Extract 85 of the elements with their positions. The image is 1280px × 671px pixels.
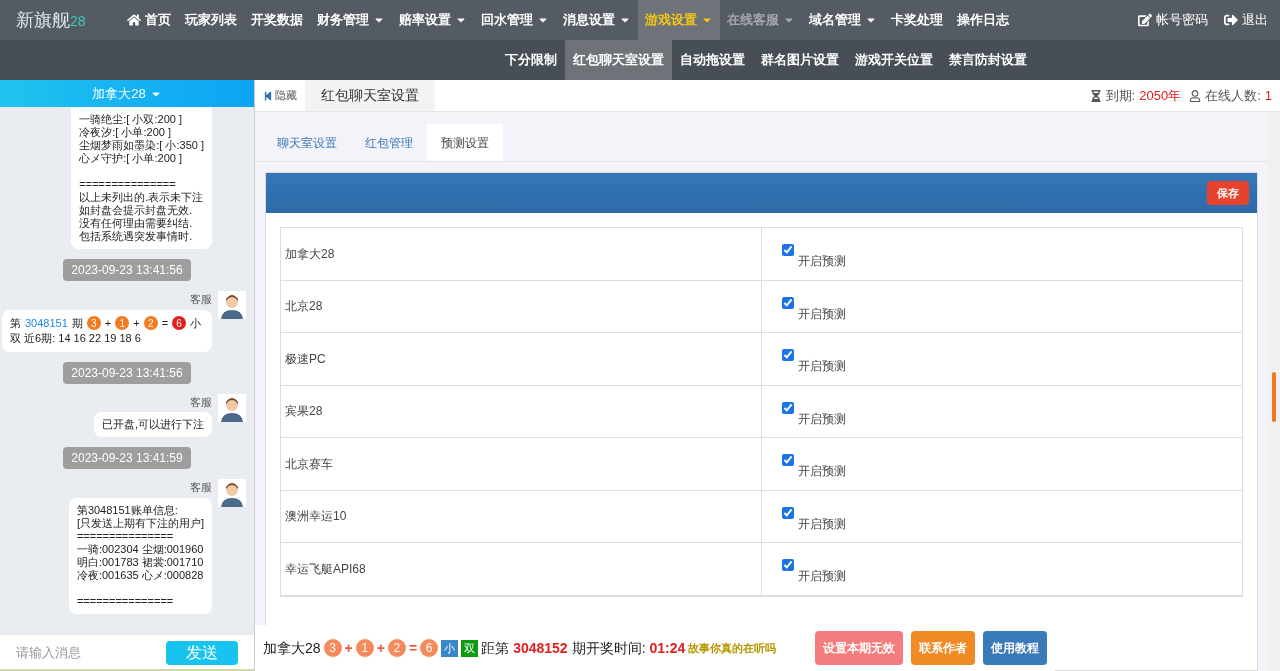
predict-checkbox[interactable] [781,559,794,571]
message-time: 2023-09-23 13:41:56 [63,361,191,384]
collapse-icon [263,90,273,101]
checkbox-label: 开启预测 [797,568,846,585]
message-text: + [104,315,112,331]
edit-icon [1138,13,1152,27]
message-text: 期 [71,315,83,331]
avatar-icon [218,393,246,422]
logout-icon [1224,13,1238,27]
subnav-item[interactable]: 下分限制 [497,40,565,80]
period-number: 3048151 [25,315,68,331]
nav-item[interactable]: 财务管理 [310,0,392,40]
predict-checkbox[interactable] [781,349,794,361]
message-bubble: 一骑绝尘:[ 小双:200 ] 冷夜汐:[ 小单:200 ] 尘烟梦雨如墨染:[ 小:350 ] 心メ守护:[ 小单:200 ] =============== 以上未列出的.表示未下注 如封盘会提示封盘无效. 没有任何理由需要纠结. 包括系统遇突发事情时. [71,107,212,249]
checkbox-label: 开启预测 [797,410,846,428]
avatar-icon [218,479,246,507]
subnav-item[interactable]: 自动拖设置 [672,40,753,80]
tab[interactable]: 红包管理 [351,124,427,161]
predict-checkbox[interactable] [781,506,794,519]
hourglass-icon [1089,89,1102,102]
sender-name: 客服 [190,292,212,307]
save-button[interactable]: 保存 [1207,181,1249,205]
user-icon [1189,89,1202,102]
action-button[interactable]: 使用教程 [983,631,1047,665]
subnav-item[interactable]: 红包聊天室设置 [565,40,672,80]
message-bubble: 第3048151账单信息: [只发送上期有下注的用户] =============== 一骑:002304 尘烟:001960 明白:001783 裙裳:001710 冷夜:001635 心メ:000828 =============== [68,497,212,614]
sender-name: 客服 [190,394,212,410]
nav-item[interactable]: 开奖数据 [244,0,310,40]
message-text: = [161,315,169,331]
countdown-text: 距第 3048152 期开奖时间: 01:24 [481,638,686,658]
checkbox-label: 开启预测 [797,253,846,270]
expire-value: 2050年 [1139,86,1182,105]
nav-item[interactable]: 赔率设置 [392,0,474,40]
game-name: 加拿大28 [263,638,321,658]
result-tag: 小 [441,639,459,657]
nav-item[interactable]: 操作日志 [950,0,1016,40]
nav-link[interactable]: 帐号密码 [1138,10,1208,30]
message-text: 小 [190,315,202,331]
online-label: 在线人数: [1205,86,1261,105]
sender-name: 客服 [190,480,212,495]
table-cell: 极速PC [281,333,762,385]
subnav-item[interactable]: 游戏开关位置 [847,40,941,80]
checkbox-label: 开启预测 [797,305,846,323]
hide-button[interactable]: 隐藏 [255,80,305,111]
message-text: 双 近6期: 14 16 22 19 18 6 [10,330,141,346]
page-tab[interactable]: 红包聊天室设置 [305,80,435,111]
table-cell: 加拿大28 [281,228,762,280]
checkbox-label: 开启预测 [797,463,846,480]
predict-checkbox[interactable] [781,454,794,466]
message-text: + [133,315,140,331]
subnav-item[interactable]: 群名图片设置 [753,40,847,80]
nav-item[interactable]: 消息设置 [556,0,638,40]
marquee-text: 故事你真的在听吗 [688,640,777,656]
nav-link[interactable]: 退出 [1224,10,1268,30]
message-text: 第 [10,315,21,331]
operator: + [376,638,385,658]
table-cell: 幸运飞艇API68 [281,543,762,595]
online-value: 1 [1264,86,1272,105]
table-cell: 北京赛车 [281,438,762,490]
nav-item[interactable]: 域名管理 [802,0,884,40]
predict-checkbox[interactable] [781,244,794,256]
table-cell: 北京28 [281,280,762,332]
brand-logo[interactable]: 新旗舰28 [16,6,86,34]
checkbox-label: 开启预测 [797,358,846,375]
nav-item[interactable]: 卡奖处理 [884,0,950,40]
nav-item[interactable]: 回水管理 [474,0,556,40]
message-time: 2023-09-23 13:41:59 [63,447,191,469]
checkbox-label: 开启预测 [797,515,846,533]
predict-checkbox[interactable] [781,296,794,309]
operator: + [344,638,353,658]
subnav-item[interactable]: 禁言防封设置 [941,40,1035,80]
nav-item[interactable]: 首页 [120,0,178,40]
expire-label: 到期: [1105,86,1136,105]
tab[interactable]: 聊天室设置 [263,124,351,161]
predict-checkbox[interactable] [781,401,794,414]
avatar-icon [218,291,246,319]
table-cell: 宾果28 [281,385,762,437]
table-cell: 澳洲幸运10 [281,490,762,542]
operator: = [408,638,418,658]
message-time: 2023-09-23 13:41:56 [63,259,191,281]
home-icon [127,13,141,27]
message-bubble: 已开盘,可以进行下注 [93,412,212,437]
tab[interactable]: 预测设置 [427,124,503,161]
nav-item[interactable]: 玩家列表 [178,0,244,40]
result-tag: 双 [461,639,479,657]
